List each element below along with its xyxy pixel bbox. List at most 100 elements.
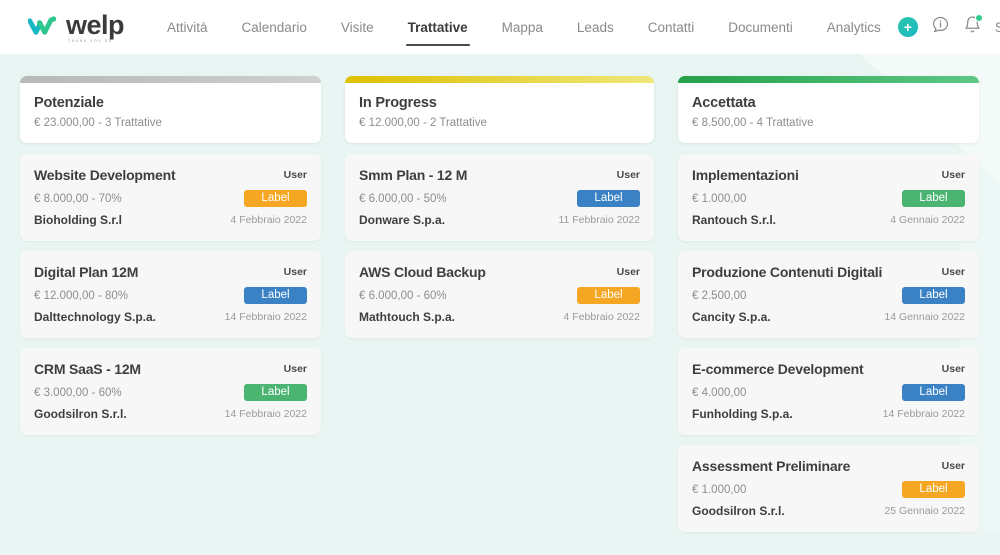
deal-card[interactable]: CRM SaaS - 12M User € 3.000,00 - 60% Lab… [20, 348, 321, 435]
deal-amount: € 1.000,00 [692, 192, 747, 205]
deals-kanban-board: Potenziale € 23.000,00 - 3 Trattative We… [0, 54, 1000, 555]
deal-card[interactable]: Smm Plan - 12 M User € 6.000,00 - 50% La… [345, 154, 654, 241]
column-title: In Progress [359, 95, 437, 111]
deal-date: 4 Febbraio 2022 [563, 311, 640, 323]
deal-label-badge[interactable]: Label [577, 287, 640, 304]
deal-label-badge[interactable]: Label [902, 190, 965, 207]
column-summary: € 8.500,00 - 4 Trattative [692, 117, 814, 129]
deal-company: Dalttechnology S.p.a. [34, 310, 157, 324]
deal-company: Funholding S.p.a. [692, 407, 793, 421]
notification-badge-dot [974, 14, 983, 22]
column-header-accettata: Accettata € 8.500,00 - 4 Trattative [678, 76, 979, 143]
deal-label-badge[interactable]: Label [902, 287, 965, 304]
kanban-column-in-progress: In Progress € 12.000,00 - 2 Trattative S… [333, 76, 666, 555]
column-header-in-progress: In Progress € 12.000,00 - 2 Trattative [345, 76, 654, 143]
deal-title: Produzione Contenuti Digitali [692, 264, 883, 280]
deal-date: 14 Gennaio 2022 [884, 311, 965, 323]
deal-company: Rantouch S.r.l. [692, 213, 777, 227]
column-title: Potenziale [34, 95, 104, 111]
deal-user: User [283, 363, 307, 375]
notifications-bell[interactable] [963, 14, 983, 39]
add-button[interactable]: + [897, 17, 918, 37]
deal-card[interactable]: Implementazioni User € 1.000,00 Label Ra… [678, 154, 979, 241]
deal-label-badge[interactable]: Label [244, 384, 307, 401]
deal-user: User [283, 169, 307, 181]
main-nav: Attività Calendario Visite Trattative Ma… [150, 14, 898, 46]
nav-item-attivita[interactable]: Attività [150, 14, 225, 41]
deal-company: Goodsilron S.r.l. [34, 407, 127, 421]
column-title: Accettata [692, 95, 756, 111]
deal-date: 14 Febbraio 2022 [224, 408, 307, 420]
logo-tagline: THANK YOU BD [68, 38, 113, 43]
deal-card[interactable]: Produzione Contenuti Digitali User € 2.5… [678, 251, 979, 338]
nav-item-trattative[interactable]: Trattative [391, 14, 485, 46]
column-header-potenziale: Potenziale € 23.000,00 - 3 Trattative [20, 76, 321, 143]
deal-amount: € 1.000,00 [692, 483, 747, 496]
column-summary: € 23.000,00 - 3 Trattative [34, 117, 162, 129]
deal-company: Cancity S.p.a. [692, 310, 771, 324]
deal-user: User [941, 169, 965, 181]
deal-label-badge[interactable]: Label [902, 481, 965, 498]
deal-company: Mathtouch S.p.a. [359, 310, 455, 324]
column-color-bar [345, 76, 654, 83]
welp-logo-mark-icon [28, 16, 57, 35]
deal-amount: € 4.000,00 [692, 386, 747, 399]
deal-card[interactable]: E-commerce Development User € 4.000,00 L… [678, 348, 979, 435]
deal-label-badge[interactable]: Label [902, 384, 965, 401]
column-color-bar [678, 76, 979, 83]
user-name-label[interactable]: Sinerbit [995, 20, 1000, 35]
nav-item-calendario[interactable]: Calendario [225, 14, 324, 41]
deal-amount: € 8.000,00 - 70% [34, 192, 122, 205]
deal-user: User [941, 460, 965, 472]
deal-label-badge[interactable]: Label [577, 190, 640, 207]
column-summary: € 12.000,00 - 2 Trattative [359, 117, 487, 129]
app-logo[interactable]: welp THANK YOU BD [28, 9, 125, 43]
deal-title: Smm Plan - 12 M [359, 167, 468, 183]
deal-user: User [616, 266, 640, 278]
deal-date: 4 Febbraio 2022 [230, 214, 307, 226]
deal-amount: € 2.500,00 [692, 289, 747, 302]
deal-amount: € 6.000,00 - 50% [359, 192, 447, 205]
deal-title: Website Development [34, 167, 176, 183]
column-color-bar [20, 76, 321, 83]
deal-title: E-commerce Development [692, 361, 864, 377]
deal-amount: € 6.000,00 - 60% [359, 289, 447, 302]
kanban-column-accettata: Accettata € 8.500,00 - 4 Trattative Impl… [666, 76, 999, 555]
deal-user: User [616, 169, 640, 181]
deal-user: User [283, 266, 307, 278]
deal-date: 25 Gennaio 2022 [884, 505, 965, 517]
deal-company: Goodsilron S.r.l. [692, 504, 785, 518]
deal-card[interactable]: AWS Cloud Backup User € 6.000,00 - 60% L… [345, 251, 654, 338]
deal-card[interactable]: Assessment Preliminare User € 1.000,00 L… [678, 445, 979, 532]
deal-company: Bioholding S.r.l [34, 213, 122, 227]
deal-date: 14 Febbraio 2022 [224, 311, 307, 323]
deal-title: Implementazioni [692, 167, 799, 183]
deal-title: AWS Cloud Backup [359, 264, 486, 280]
deal-amount: € 3.000,00 - 60% [34, 386, 122, 399]
top-navigation-bar: welp THANK YOU BD Attività Calendario Vi… [0, 0, 1000, 54]
deal-title: Digital Plan 12M [34, 264, 139, 280]
nav-item-leads[interactable]: Leads [560, 14, 631, 41]
nav-item-analytics[interactable]: Analytics [810, 14, 898, 41]
deal-title: CRM SaaS - 12M [34, 361, 141, 377]
deal-company: Donware S.p.a. [359, 213, 446, 227]
deal-amount: € 12.000,00 - 80% [34, 289, 128, 302]
nav-item-documenti[interactable]: Documenti [711, 14, 810, 41]
deal-date: 4 Gennaio 2022 [890, 214, 965, 226]
deal-card[interactable]: Digital Plan 12M User € 12.000,00 - 80% … [20, 251, 321, 338]
deal-label-badge[interactable]: Label [244, 190, 307, 207]
deal-user: User [941, 266, 965, 278]
nav-item-mappa[interactable]: Mappa [485, 14, 560, 41]
deal-date: 11 Febbraio 2022 [558, 214, 640, 226]
deal-card[interactable]: Website Development User € 8.000,00 - 70… [20, 154, 321, 241]
deal-date: 14 Febbraio 2022 [882, 408, 965, 420]
nav-item-visite[interactable]: Visite [324, 14, 391, 41]
deal-user: User [941, 363, 965, 375]
header-actions: + Sinerbit [897, 14, 1000, 39]
deal-label-badge[interactable]: Label [244, 287, 307, 304]
info-icon[interactable] [931, 15, 950, 39]
logo-wordmark: welp [66, 9, 125, 40]
deal-title: Assessment Preliminare [692, 458, 851, 474]
nav-item-contatti[interactable]: Contatti [631, 14, 712, 41]
app-root: welp THANK YOU BD Attività Calendario Vi… [0, 0, 1000, 555]
